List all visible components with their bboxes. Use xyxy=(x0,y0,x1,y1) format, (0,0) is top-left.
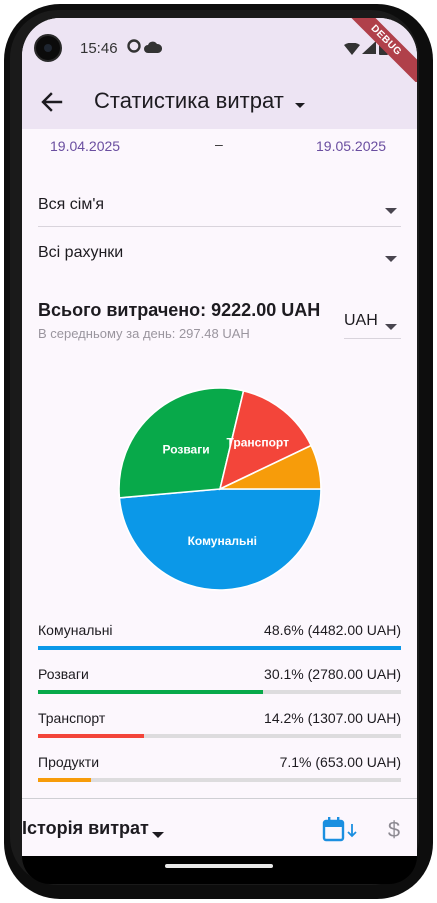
page-title[interactable]: Статистика витрат xyxy=(94,88,284,114)
app-screen: 15:46 DEBUG Статистика витрат 19.04.2025… xyxy=(22,18,417,856)
legend-category-value: 30.1% (2780.00 UAH) xyxy=(264,666,401,682)
caret-down-icon[interactable] xyxy=(152,826,164,844)
legend-category-name: Комунальні xyxy=(38,622,113,638)
pie-slice-label: Комунальні xyxy=(188,534,257,548)
calendar-sort-button[interactable] xyxy=(322,816,360,844)
legend-row[interactable]: Продукти 7.1% (653.00 UAH) xyxy=(38,754,401,794)
legend-row[interactable]: Транспорт 14.2% (1307.00 UAH) xyxy=(38,710,401,750)
caret-down-icon xyxy=(385,250,397,268)
legend-progress-fill xyxy=(38,646,401,650)
legend-category-name: Розваги xyxy=(38,666,89,682)
calendar-sort-icon xyxy=(322,817,360,848)
accounts-dropdown[interactable]: Всі рахунки xyxy=(38,234,401,274)
wifi-icon xyxy=(344,42,360,60)
currency-dropdown[interactable]: UAH xyxy=(344,306,401,339)
caret-down-icon xyxy=(385,318,397,336)
legend-progress-track xyxy=(38,690,401,694)
accounts-dropdown-label: Всі рахунки xyxy=(38,244,124,261)
total-spent: Всього витрачено: 9222.00 UAH xyxy=(38,300,321,320)
history-title[interactable]: Історія витрат xyxy=(22,818,149,839)
currency-value: UAH xyxy=(344,312,378,329)
caret-down-icon[interactable] xyxy=(294,97,306,115)
date-from[interactable]: 19.04.2025 xyxy=(50,138,120,154)
status-time: 15:46 xyxy=(80,40,118,57)
back-button[interactable] xyxy=(38,88,66,116)
status-bar: 15:46 DEBUG xyxy=(22,18,417,93)
legend-category-value: 7.1% (653.00 UAH) xyxy=(279,754,401,770)
legend-category-value: 48.6% (4482.00 UAH) xyxy=(264,622,401,638)
legend-progress-fill xyxy=(38,690,264,694)
legend-category-value: 14.2% (1307.00 UAH) xyxy=(264,710,401,726)
pie-slice-label: Транспорт xyxy=(227,435,290,449)
arrow-back-icon xyxy=(38,92,66,120)
legend-category-name: Транспорт xyxy=(38,710,106,726)
caret-down-icon xyxy=(385,202,397,220)
pie-slice-label: Розваги xyxy=(162,443,209,457)
status-dot-icon xyxy=(126,38,142,59)
legend-progress-fill xyxy=(38,734,144,738)
dollar-icon[interactable]: $ xyxy=(384,816,404,844)
legend-progress-fill xyxy=(38,778,91,782)
cloud-icon xyxy=(144,40,163,59)
legend-progress-track xyxy=(38,646,401,650)
legend-progress-track xyxy=(38,778,401,782)
family-dropdown[interactable]: Вся сім'я xyxy=(38,186,401,227)
legend-row[interactable]: Комунальні 48.6% (4482.00 UAH) xyxy=(38,622,401,662)
legend-row[interactable]: Розваги 30.1% (2780.00 UAH) xyxy=(38,666,401,706)
app-bar: Статистика витрат xyxy=(22,82,417,129)
signal-icon xyxy=(362,41,376,59)
home-indicator[interactable] xyxy=(165,864,273,868)
date-to[interactable]: 19.05.2025 xyxy=(316,138,386,154)
average-per-day: В середньому за день: 297.48 UAH xyxy=(38,326,250,341)
front-camera xyxy=(34,34,62,62)
date-separator: – xyxy=(215,136,223,152)
expense-pie-chart: Комунальні Розваги Транспорт xyxy=(118,387,322,591)
legend-progress-track xyxy=(38,734,401,738)
legend-category-name: Продукти xyxy=(38,754,100,770)
bottom-divider xyxy=(22,798,417,799)
family-dropdown-label: Вся сім'я xyxy=(38,196,105,213)
phone-chin xyxy=(22,856,417,884)
